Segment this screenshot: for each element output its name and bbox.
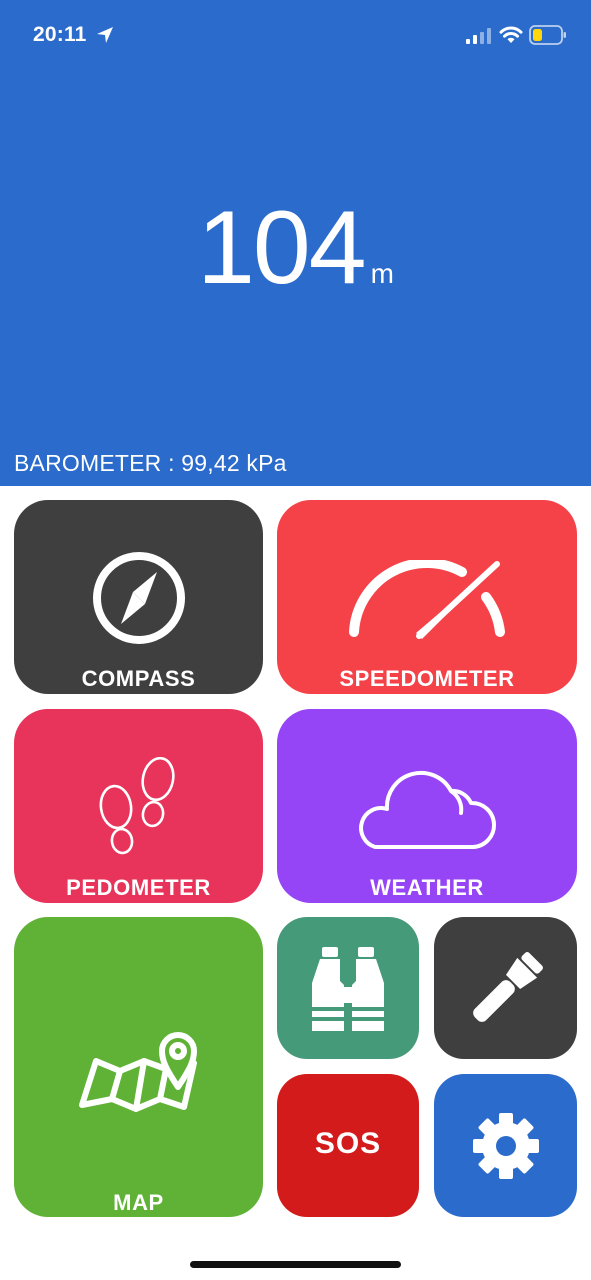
home-indicator[interactable] xyxy=(190,1261,401,1268)
battery-low-icon xyxy=(529,25,566,45)
gear-icon xyxy=(473,1113,539,1179)
flashlight-icon xyxy=(473,952,543,1022)
map-tile[interactable]: MAP xyxy=(14,917,263,1217)
flashlight-tile[interactable] xyxy=(434,917,577,1059)
cellular-signal-icon xyxy=(466,28,491,44)
pedometer-label: PEDOMETER xyxy=(66,875,211,900)
binoculars-icon xyxy=(312,947,384,1031)
footprints-icon xyxy=(99,757,175,855)
altitude-value: 104 xyxy=(197,190,367,306)
barometer-reading: BAROMETER : 99,42 kPa xyxy=(14,450,287,476)
sos-tile[interactable]: SOS xyxy=(277,1074,419,1217)
pedometer-tile[interactable]: PEDOMETER xyxy=(14,709,263,903)
altitude-readout: 104 m xyxy=(0,196,591,300)
altitude-unit: m xyxy=(370,258,394,289)
compass-label: COMPASS xyxy=(81,666,196,691)
compass-tile[interactable]: COMPASS xyxy=(14,500,263,694)
status-time: 20:11 xyxy=(33,23,87,46)
weather-tile[interactable]: WEATHER xyxy=(277,709,577,903)
speedometer-tile[interactable]: SPEEDOMETER xyxy=(277,500,577,694)
speedometer-label: SPEEDOMETER xyxy=(339,666,515,691)
cloud-icon xyxy=(359,770,496,849)
map-label: MAP xyxy=(113,1190,164,1215)
compass-icon xyxy=(93,552,185,644)
map-pin-icon xyxy=(79,1032,197,1112)
wifi-icon xyxy=(499,26,523,43)
settings-tile[interactable] xyxy=(434,1074,577,1217)
binoculars-tile[interactable] xyxy=(277,917,419,1059)
weather-label: WEATHER xyxy=(370,875,484,900)
speedometer-icon xyxy=(349,560,505,639)
sos-label: SOS xyxy=(314,1127,382,1160)
location-arrow-icon xyxy=(97,27,113,43)
altimeter-header: 20:11 104 m BAROMETER : 99,42 kPa xyxy=(0,0,591,486)
